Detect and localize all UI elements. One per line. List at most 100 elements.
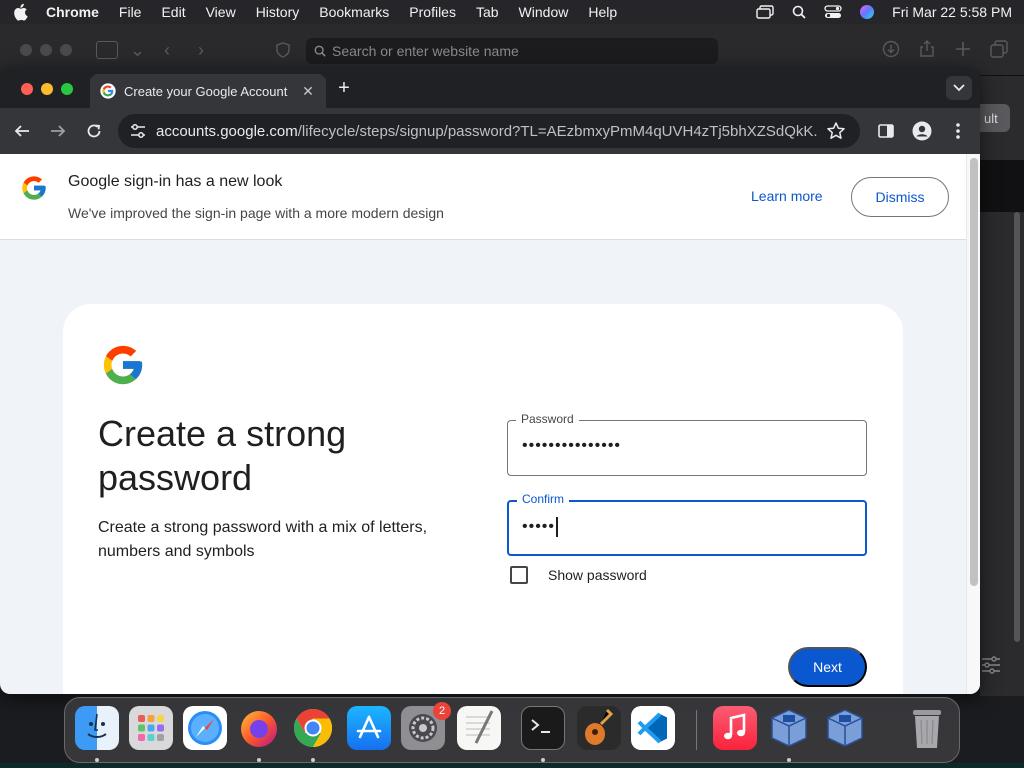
tab-overview-icon[interactable] (990, 40, 1008, 58)
menu-profiles[interactable]: Profiles (409, 4, 456, 20)
shield-icon (276, 42, 290, 63)
apple-menu-icon[interactable] (12, 3, 30, 21)
new-tab-button[interactable]: + (334, 77, 354, 99)
download-icon[interactable] (882, 40, 900, 58)
control-center-icon[interactable] (824, 4, 842, 20)
google-g-logo-icon (103, 345, 143, 385)
tab-title: Create your Google Account (124, 83, 288, 99)
dock-textedit-icon[interactable] (457, 706, 501, 750)
close-window-button[interactable] (21, 83, 33, 95)
background-window-controls (20, 44, 72, 56)
menubar-clock[interactable]: Fri Mar 22 5:58 PM (892, 4, 1012, 20)
signup-card: Create a strong password Create a strong… (63, 304, 903, 694)
banner-subtitle: We've improved the sign-in page with a m… (68, 205, 444, 221)
dock-trash-icon[interactable] (905, 706, 949, 750)
dock-system-settings-icon[interactable]: 2 (401, 702, 451, 750)
page-description: Create a strong password with a mix of l… (98, 519, 428, 560)
site-info-icon[interactable] (128, 121, 148, 141)
profile-avatar-icon (912, 121, 932, 141)
forward-button[interactable] (46, 119, 70, 143)
side-panel-icon (878, 124, 894, 138)
background-toolbar-icons (882, 40, 1008, 58)
page-scrollbar[interactable] (966, 154, 980, 694)
running-indicator (787, 758, 791, 762)
desktop-wallpaper-strip (0, 763, 1024, 768)
dock-finder-icon[interactable] (75, 706, 119, 750)
password-label: Password (516, 412, 579, 426)
dock-music-icon[interactable] (713, 706, 757, 750)
confirm-value-wrap[interactable]: ••••• (522, 517, 558, 537)
dock-virtualbox-icon[interactable] (767, 706, 811, 750)
arrow-right-icon (51, 125, 66, 137)
menu-window[interactable]: Window (519, 4, 569, 20)
dock-vscode-icon[interactable] (631, 706, 675, 750)
tab-search-button[interactable] (946, 76, 972, 100)
menu-history[interactable]: History (256, 4, 300, 20)
bookmark-star-icon[interactable] (826, 121, 846, 141)
show-password-checkbox[interactable] (510, 566, 528, 584)
profile-button[interactable] (910, 119, 934, 143)
dock-safari-icon[interactable] (183, 706, 227, 750)
menu-view[interactable]: View (206, 4, 236, 20)
chevron-down-icon[interactable]: ⌄ (130, 40, 145, 61)
background-search-field[interactable]: Search or enter website name (306, 38, 718, 64)
forward-icon[interactable]: › (198, 40, 204, 61)
address-bar[interactable]: accounts.google.com/lifecycle/steps/sign… (118, 114, 860, 148)
sliders-icon[interactable] (980, 654, 1002, 681)
side-panel-button[interactable] (874, 119, 898, 143)
show-password-label[interactable]: Show password (548, 567, 647, 583)
menu-tab[interactable]: Tab (476, 4, 499, 20)
dock-firefox-icon[interactable] (237, 706, 281, 750)
dock-launchpad-icon[interactable] (129, 706, 173, 750)
chevron-down-icon (953, 84, 965, 92)
google-g-logo-icon (22, 176, 46, 200)
window-switch-icon[interactable] (756, 4, 774, 20)
chrome-menu-button[interactable] (946, 119, 970, 143)
running-indicator (257, 758, 261, 762)
dock-chrome-icon[interactable] (291, 706, 335, 750)
fullscreen-window-button[interactable] (61, 83, 73, 95)
next-button[interactable]: Next (788, 647, 867, 687)
menu-app-chrome[interactable]: Chrome (46, 4, 99, 20)
running-indicator (95, 758, 99, 762)
minimize-window-button[interactable] (41, 83, 53, 95)
background-button[interactable]: ult (980, 104, 1010, 132)
menu-file[interactable]: File (119, 4, 142, 20)
spotlight-search-icon[interactable] (790, 4, 808, 20)
password-field[interactable]: Password ••••••••••••••• (507, 412, 867, 476)
url-text[interactable]: accounts.google.com/lifecycle/steps/sign… (156, 123, 818, 140)
dock-app-store-icon[interactable] (347, 706, 391, 750)
url-host: accounts.google.com (156, 122, 298, 140)
dock-separator (696, 710, 697, 750)
show-password-row[interactable]: Show password (510, 566, 647, 584)
confirm-password-field[interactable]: Confirm ••••• (507, 492, 867, 556)
background-dark-block (980, 160, 1024, 212)
password-value[interactable]: ••••••••••••••• (522, 437, 621, 455)
running-indicator (541, 758, 545, 762)
dock-virtualbox-vm-icon[interactable] (823, 706, 867, 750)
menu-bookmarks[interactable]: Bookmarks (319, 4, 389, 20)
background-scrollbar[interactable] (1014, 212, 1020, 642)
dismiss-button[interactable]: Dismiss (851, 177, 949, 217)
new-tab-icon[interactable] (954, 40, 972, 58)
signin-new-look-banner: Google sign-in has a new look We've impr… (0, 154, 966, 240)
sidebar-toggle-icon[interactable] (96, 41, 118, 59)
menu-edit[interactable]: Edit (161, 4, 185, 20)
siri-icon[interactable] (858, 4, 876, 20)
macos-menu-bar: Chrome File Edit View History Bookmarks … (0, 0, 1024, 24)
confirm-label: Confirm (517, 492, 570, 506)
back-icon[interactable]: ‹ (164, 40, 170, 61)
search-icon (314, 45, 326, 57)
scrollbar-thumb[interactable] (970, 158, 978, 586)
dock-garageband-icon[interactable] (577, 706, 621, 750)
page-viewport: Google sign-in has a new look We've impr… (0, 154, 980, 694)
reload-button[interactable] (82, 119, 106, 143)
close-tab-icon[interactable]: ✕ (300, 83, 316, 99)
dock-terminal-icon[interactable] (521, 706, 565, 750)
back-button[interactable] (10, 119, 34, 143)
tab-create-google-account[interactable]: Create your Google Account ✕ (90, 74, 326, 108)
menu-help[interactable]: Help (588, 4, 617, 20)
macos-dock: 2 (64, 697, 960, 763)
share-icon[interactable] (918, 40, 936, 58)
learn-more-link[interactable]: Learn more (751, 188, 823, 204)
